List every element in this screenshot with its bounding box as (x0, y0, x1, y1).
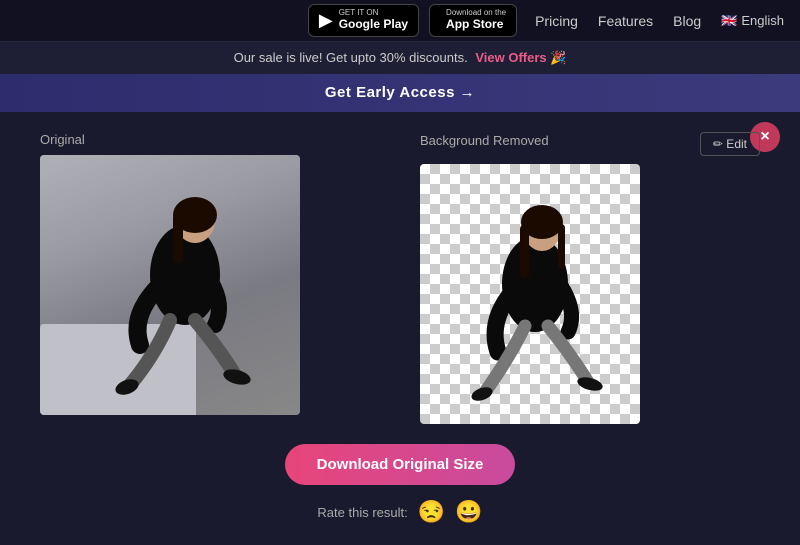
google-play-icon: ▶ (319, 10, 333, 31)
language-selector[interactable]: 🇬🇧 English (721, 13, 784, 29)
edit-button[interactable]: ✏ Edit (700, 132, 760, 156)
app-store-button[interactable]: Download on the App Store (429, 4, 517, 36)
promo-text: Our sale is live! Get upto 30% discounts… (234, 50, 468, 65)
happy-emoji-button[interactable]: 😀 (455, 499, 482, 525)
bg-removed-image (420, 164, 640, 424)
comparison-area: Original (40, 132, 760, 424)
bg-removed-label: Background Removed (420, 133, 549, 148)
app-store-big-text: App Store (446, 17, 506, 31)
language-label: English (741, 13, 784, 28)
header: ▶ GET IT ON Google Play Download on the … (0, 0, 800, 42)
nav-links: Pricing Features Blog 🇬🇧 English (535, 13, 784, 29)
original-panel: Original (40, 132, 380, 424)
nav-pricing[interactable]: Pricing (535, 13, 578, 29)
nav-blog[interactable]: Blog (673, 13, 701, 29)
nav-features[interactable]: Features (598, 13, 653, 29)
original-image (40, 155, 300, 415)
main-content: × Original (0, 112, 800, 545)
right-panel-header: Background Removed ✏ Edit (420, 132, 760, 156)
person-figure-removed (420, 164, 640, 424)
app-store-small-text: Download on the (446, 9, 506, 17)
promo-bar: Our sale is live! Get upto 30% discounts… (0, 42, 800, 74)
google-play-big-text: Google Play (339, 17, 408, 31)
view-offers-link[interactable]: View Offers 🎉 (475, 50, 566, 65)
google-play-small-text: GET IT ON (339, 9, 408, 17)
sad-emoji-button[interactable]: 😒 (418, 499, 445, 525)
flag-icon: 🇬🇧 (721, 13, 737, 29)
panel-separator (380, 132, 420, 424)
rate-area: Rate this result: 😒 😀 (40, 499, 760, 525)
rate-label: Rate this result: (317, 505, 407, 520)
early-access-bar: Get Early Access → (0, 74, 800, 112)
bg-removed-panel: Background Removed ✏ Edit (420, 132, 760, 424)
early-access-button[interactable]: Get Early Access → (325, 84, 475, 101)
download-area: Download Original Size (40, 444, 760, 485)
download-button[interactable]: Download Original Size (285, 444, 516, 485)
google-play-button[interactable]: ▶ GET IT ON Google Play (308, 4, 419, 36)
person-figure-original (40, 155, 300, 415)
original-label: Original (40, 132, 380, 147)
